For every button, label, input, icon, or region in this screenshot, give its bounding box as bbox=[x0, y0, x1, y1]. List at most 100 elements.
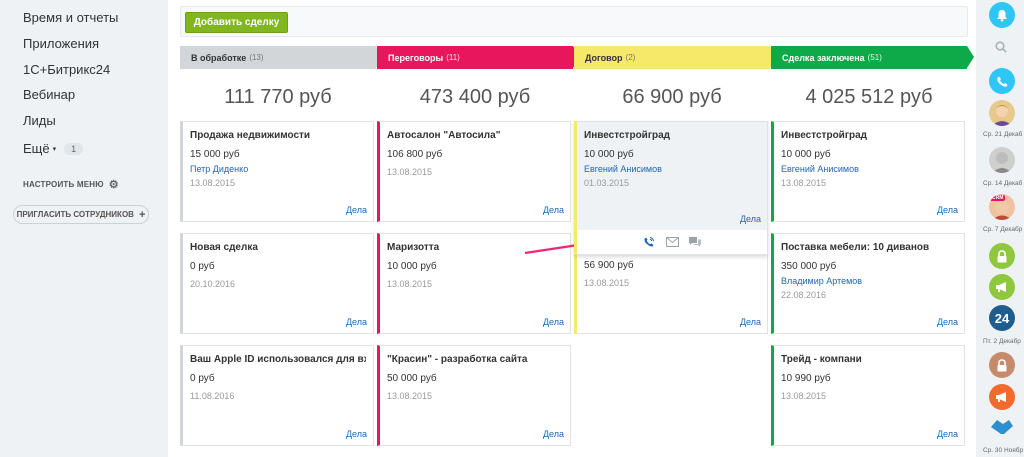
lock-icon[interactable] bbox=[989, 243, 1015, 269]
deal-amount: 10 000 руб bbox=[781, 149, 831, 160]
bell-icon[interactable] bbox=[989, 2, 1015, 28]
activity-date: Ср. 30 Ноябр bbox=[983, 447, 1024, 454]
deal-activities-link[interactable]: Дела bbox=[346, 429, 367, 439]
megaphone-icon[interactable] bbox=[989, 384, 1015, 410]
sidebar-more[interactable]: Ещё ▾ 1 bbox=[23, 141, 84, 156]
deal-activities-link[interactable]: Дела bbox=[937, 205, 958, 215]
configure-menu-button[interactable]: НАСТРОИТЬ МЕНЮ ⚙ bbox=[23, 178, 119, 191]
stage-count: (2) bbox=[625, 53, 636, 62]
chevron-down-icon: ▾ bbox=[52, 145, 57, 153]
stage-count: (11) bbox=[446, 53, 460, 62]
deal-date: 13.08.2015 bbox=[190, 178, 236, 188]
stage-header[interactable]: В обработке (13) bbox=[180, 46, 383, 69]
deal-activities-link[interactable]: Дела bbox=[937, 317, 958, 327]
deal-title[interactable]: Ваш Apple ID использовался для вхо... bbox=[190, 354, 366, 365]
sidebar-item-1c-bitrix24[interactable]: 1С+Битрикс24 bbox=[23, 62, 110, 77]
stage-header[interactable]: Переговоры (11) bbox=[377, 46, 580, 69]
deal-card[interactable]: Новая сделка 0 руб 20.10.2016 Дела bbox=[180, 233, 374, 334]
sidebar-item-webinar[interactable]: Вебинар bbox=[23, 87, 75, 102]
sidebar-item-time-reports[interactable]: Время и отчеты bbox=[23, 10, 118, 25]
deal-title[interactable]: Инвестстройград bbox=[584, 130, 760, 141]
column-deal-closed: Сделка заключена (51) 4 025 512 руб Инве… bbox=[771, 46, 974, 457]
search-icon[interactable] bbox=[995, 40, 1007, 58]
deal-card[interactable]: Поставка мебели: 10 диванов 350 000 руб … bbox=[771, 233, 965, 334]
deal-responsible[interactable]: Петр Диденко bbox=[190, 164, 366, 174]
deal-title[interactable]: Продажа недвижимости bbox=[190, 130, 366, 141]
deal-responsible[interactable]: Евгений Анисимов bbox=[584, 164, 760, 174]
stage-sum: 66 900 руб bbox=[622, 86, 722, 108]
invite-label: ПРИГЛАСИТЬ СОТРУДНИКОВ bbox=[16, 210, 134, 219]
lock-icon[interactable] bbox=[989, 352, 1015, 378]
deal-activities-link[interactable]: Дела bbox=[543, 317, 564, 327]
stage-sum: 473 400 руб bbox=[419, 86, 531, 108]
deal-amount: 10 990 руб bbox=[781, 373, 831, 384]
deal-title[interactable]: "Красин" - разработка сайта bbox=[387, 354, 563, 365]
deal-amount: 10 000 руб bbox=[584, 149, 634, 160]
deal-card[interactable]: Ваш Apple ID использовался для вхо... 0 … bbox=[180, 345, 374, 446]
stage-header[interactable]: Сделка заключена (51) bbox=[771, 46, 974, 69]
phone-icon[interactable] bbox=[642, 235, 656, 249]
avatar[interactable]: CRM bbox=[989, 194, 1015, 220]
chat-icon[interactable] bbox=[688, 235, 702, 249]
deal-activities-link[interactable]: Дела bbox=[740, 214, 761, 224]
avatar[interactable] bbox=[989, 100, 1015, 126]
deal-card[interactable]: Автосалон "Автосила" 106 800 руб 13.08.2… bbox=[377, 121, 571, 222]
stage-name: Сделка заключена bbox=[782, 52, 865, 63]
stage-name: Договор bbox=[585, 52, 623, 63]
stage-count: (51) bbox=[867, 53, 882, 62]
invite-employees-button[interactable]: ПРИГЛАСИТЬ СОТРУДНИКОВ + bbox=[13, 205, 149, 224]
deal-responsible[interactable]: Владимир Артемов bbox=[781, 276, 957, 286]
deal-card[interactable]: "Красин" - разработка сайта 50 000 руб 1… bbox=[377, 345, 571, 446]
avatar[interactable] bbox=[989, 147, 1015, 173]
mail-icon[interactable] bbox=[665, 235, 679, 249]
deal-amount: 10 000 руб bbox=[387, 261, 437, 272]
deal-date: 13.08.2015 bbox=[781, 178, 827, 188]
sidebar-more-label: Ещё bbox=[23, 141, 50, 156]
deal-card[interactable]: Трейд - компани 10 990 руб 13.08.2015 Де… bbox=[771, 345, 965, 446]
deal-title[interactable]: Новая сделка bbox=[190, 242, 366, 253]
deal-title[interactable]: Инвестстройград bbox=[781, 130, 957, 141]
deal-title[interactable]: Поставка мебели: 10 диванов bbox=[781, 242, 957, 253]
handshake-icon[interactable] bbox=[989, 414, 1015, 440]
stage-name: В обработке bbox=[191, 52, 247, 63]
megaphone-icon[interactable] bbox=[989, 274, 1015, 300]
deal-amount: 350 000 руб bbox=[781, 261, 837, 272]
deal-activities-link[interactable]: Дела bbox=[937, 429, 958, 439]
deal-date: 13.08.2015 bbox=[584, 278, 630, 288]
deal-responsible[interactable]: Евгений Анисимов bbox=[781, 164, 957, 174]
column-processing: В обработке (13) 111 770 руб Продажа нед… bbox=[180, 46, 383, 457]
deal-activities-link[interactable]: Дела bbox=[543, 429, 564, 439]
gear-icon: ⚙ bbox=[108, 179, 119, 191]
deal-date: 13.08.2015 bbox=[781, 391, 827, 401]
stage-name: Переговоры bbox=[388, 52, 444, 63]
deal-activities-link[interactable]: Дела bbox=[346, 317, 367, 327]
bitrix24-badge[interactable]: 24 bbox=[989, 305, 1015, 331]
deal-date: 01.03.2015 bbox=[584, 178, 630, 188]
deal-title[interactable]: Автосалон "Автосила" bbox=[387, 130, 563, 141]
deal-date: 13.08.2015 bbox=[387, 167, 433, 177]
stage-count: (13) bbox=[249, 53, 264, 62]
more-count-badge: 1 bbox=[64, 142, 84, 155]
plus-icon: + bbox=[138, 208, 146, 221]
column-contract: Договор (2) 66 900 руб 56 900 руб 13.08.… bbox=[574, 46, 777, 457]
deal-amount: 106 800 руб bbox=[387, 149, 443, 160]
phone-call-icon[interactable] bbox=[989, 68, 1015, 94]
deal-activities-link[interactable]: Дела bbox=[740, 317, 761, 327]
deal-title[interactable]: Трейд - компани bbox=[781, 354, 957, 365]
stage-header[interactable]: Договор (2) bbox=[574, 46, 777, 69]
configure-menu-label: НАСТРОИТЬ МЕНЮ bbox=[23, 180, 104, 189]
crm-badge: CRM bbox=[990, 195, 1006, 201]
deal-quick-actions bbox=[577, 230, 767, 254]
sidebar-item-applications[interactable]: Приложения bbox=[23, 36, 99, 51]
deal-date: 22.08.2016 bbox=[781, 290, 827, 300]
deal-activities-link[interactable]: Дела bbox=[543, 205, 564, 215]
deal-amount: 15 000 руб bbox=[190, 149, 240, 160]
deal-card[interactable]: Продажа недвижимости 15 000 руб Петр Дид… bbox=[180, 121, 374, 222]
deal-date: 13.08.2015 bbox=[387, 391, 433, 401]
deal-card[interactable]: Инвестстройград 10 000 руб Евгений Аниси… bbox=[771, 121, 965, 222]
deal-activities-link[interactable]: Дела bbox=[346, 205, 367, 215]
add-deal-button[interactable]: Добавить сделку bbox=[185, 12, 288, 33]
deal-card-hovered[interactable]: Инвестстройград 10 000 руб Евгений Аниси… bbox=[574, 121, 768, 255]
deal-amount: 56 900 руб bbox=[584, 260, 634, 271]
sidebar-item-leads[interactable]: Лиды bbox=[23, 113, 56, 128]
